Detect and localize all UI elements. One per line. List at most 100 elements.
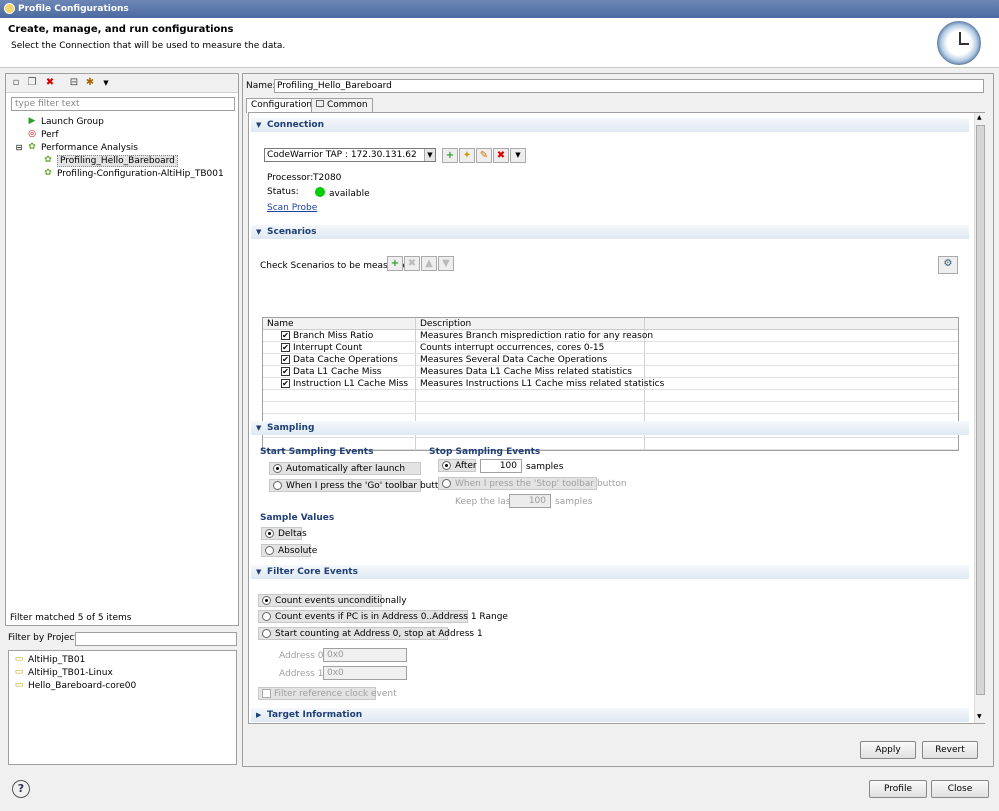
- table-row[interactable]: ✔ Data L1 Cache Miss Measures Data L1 Cac…: [263, 366, 958, 378]
- section-connection[interactable]: Connection: [251, 118, 969, 132]
- dialog-header: Create, manage, and run configurations S…: [0, 18, 999, 68]
- folder-icon: ▭: [14, 667, 24, 677]
- radio-icon: [442, 479, 451, 488]
- deltas-radio[interactable]: Deltas: [261, 527, 307, 540]
- stopwatch-icon: [937, 21, 981, 65]
- scan-probe-link[interactable]: Scan Probe: [267, 203, 317, 213]
- stop-after-radio[interactable]: After: [438, 459, 477, 472]
- samples-label: samples: [526, 462, 564, 472]
- address1-label: Address 1:: [279, 669, 327, 679]
- connection-combo[interactable]: CodeWarrior TAP : 172.30.131.62 ▼: [264, 148, 436, 162]
- configuration-editor: Name: Profiling_Hello_Bareboard Configur…: [242, 73, 994, 767]
- address1-input[interactable]: 0x0: [323, 666, 407, 680]
- radio-icon: [273, 481, 282, 490]
- launch-group-icon: ▶: [28, 116, 36, 126]
- table-row[interactable]: ✔ Interrupt Count Counts interrupt occurr…: [263, 342, 958, 354]
- config-icon: ✿: [44, 155, 52, 165]
- collapse-all-icon[interactable]: ⊟: [68, 77, 80, 89]
- pencil-icon[interactable]: ✎: [476, 148, 492, 163]
- ref-clock-checkbox[interactable]: Filter reference clock event: [258, 687, 397, 700]
- delete-connection-icon[interactable]: ✖: [493, 148, 509, 163]
- scroll-up-icon[interactable]: ▲: [977, 114, 982, 121]
- status-label: Status:: [267, 187, 299, 197]
- vertical-scrollbar[interactable]: ▲ ▼: [974, 113, 985, 723]
- address0-input[interactable]: 0x0: [323, 648, 407, 662]
- section-target-information[interactable]: Target Information: [251, 708, 969, 722]
- tree-item-perf[interactable]: ◎ Perf: [26, 129, 58, 142]
- start-go-radio[interactable]: When I press the 'Go' toolbar button: [269, 479, 450, 492]
- chevron-down-icon: ▼: [424, 149, 435, 161]
- processor-label: Processor:: [267, 173, 314, 183]
- profile-button[interactable]: Profile: [869, 780, 927, 798]
- col-name-header[interactable]: Name: [267, 318, 294, 330]
- keep-last-input[interactable]: 100: [509, 494, 551, 508]
- duplicate-icon[interactable]: ❐: [26, 77, 38, 89]
- folder-icon: ▭: [14, 680, 24, 690]
- header-subtitle: Select the Connection that will be used …: [11, 41, 286, 51]
- config-icon: ✿: [44, 168, 52, 178]
- table-row[interactable]: ✔ Data Cache Operations Measures Several …: [263, 354, 958, 366]
- title-bar: Profile Configurations: [0, 0, 999, 18]
- add-scenario-icon[interactable]: +: [387, 256, 403, 271]
- tree-item-profiling-configuration-altihip[interactable]: ✿ Profiling-Configuration-AltiHip_TB001: [42, 168, 224, 181]
- name-input[interactable]: Profiling_Hello_Bareboard: [274, 79, 984, 93]
- status-value: available: [329, 189, 370, 199]
- project-filter-input[interactable]: [75, 632, 237, 646]
- filter-input[interactable]: type filter text: [11, 97, 235, 111]
- remove-scenario-icon[interactable]: ✖: [404, 256, 420, 271]
- close-button[interactable]: Close: [931, 780, 989, 798]
- new-config-icon[interactable]: ▫: [10, 77, 22, 89]
- tab-configuration[interactable]: Configuration: [246, 98, 318, 113]
- empty-row: [263, 390, 958, 402]
- move-up-icon[interactable]: ▲: [421, 256, 437, 271]
- delete-icon[interactable]: ✖: [44, 77, 56, 89]
- checkbox[interactable]: ✔: [281, 367, 290, 376]
- section-sampling[interactable]: Sampling: [251, 421, 969, 435]
- checkbox[interactable]: ✔: [281, 331, 290, 340]
- checkbox[interactable]: ✔: [281, 343, 290, 352]
- project-item[interactable]: ▭ Hello_Bareboard-core00: [13, 680, 137, 693]
- window-title: Profile Configurations: [18, 4, 129, 14]
- scrollbar-thumb[interactable]: [976, 125, 985, 695]
- collapse-toggle-icon[interactable]: ⊟: [15, 142, 23, 153]
- start-stop-address-radio[interactable]: Start counting at Address 0, stop at Add…: [258, 627, 483, 640]
- chevron-down-icon[interactable]: ▼: [510, 148, 526, 163]
- project-filter-pane: Filter by Project: ▭ AltiHip_TB01 ▭ AltiHi…: [5, 630, 239, 767]
- edit-target-icon[interactable]: ✦: [459, 148, 475, 163]
- project-item[interactable]: ▭ AltiHip_TB01: [13, 654, 86, 667]
- scroll-down-icon[interactable]: ▼: [977, 713, 982, 720]
- help-icon[interactable]: ?: [12, 780, 30, 798]
- project-item[interactable]: ▭ AltiHip_TB01-Linux: [13, 667, 113, 680]
- stop-after-input[interactable]: 100: [480, 459, 522, 473]
- count-in-range-radio[interactable]: Count events if PC is in Address 0..Addr…: [258, 610, 508, 623]
- stop-button-radio[interactable]: When I press the 'Stop' toolbar button: [438, 477, 627, 490]
- performance-analysis-icon: ✿: [28, 142, 36, 152]
- apply-button[interactable]: Apply: [860, 741, 916, 759]
- checkbox[interactable]: ✔: [281, 379, 290, 388]
- revert-button[interactable]: Revert: [922, 741, 978, 759]
- radio-icon: [262, 629, 271, 638]
- tree-item-launch-group[interactable]: ▶ Launch Group: [26, 116, 104, 129]
- col-description-header[interactable]: Description: [420, 318, 471, 330]
- count-unconditional-radio[interactable]: Count events unconditionally: [258, 594, 407, 607]
- section-scenarios[interactable]: Scenarios: [251, 225, 969, 239]
- folder-icon: ▭: [14, 654, 24, 664]
- radio-icon: [262, 596, 271, 605]
- header-title: Create, manage, and run configurations: [8, 24, 234, 35]
- radio-icon: [262, 612, 271, 621]
- absolute-radio[interactable]: Absolute: [261, 544, 317, 557]
- move-down-icon[interactable]: ▼: [438, 256, 454, 271]
- table-row[interactable]: ✔ Instruction L1 Cache Miss Measures Inst…: [263, 378, 958, 390]
- chevron-down-icon[interactable]: ▼: [100, 77, 112, 89]
- filter-icon[interactable]: ✱: [84, 77, 96, 89]
- table-row[interactable]: ✔ Branch Miss Ratio Measures Branch mispr…: [263, 330, 958, 342]
- start-auto-radio[interactable]: Automatically after launch: [269, 462, 421, 475]
- tree-item-profiling-hello-bareboard[interactable]: ✿ Profiling_Hello_Bareboard: [42, 155, 178, 168]
- scenario-settings-icon[interactable]: ⚙: [938, 256, 958, 274]
- section-filter-core-events[interactable]: Filter Core Events: [251, 565, 969, 579]
- empty-row: [263, 402, 958, 414]
- tab-common[interactable]: Common: [311, 98, 373, 112]
- tree-item-performance-analysis[interactable]: ⊟ ✿ Performance Analysis: [15, 142, 138, 155]
- add-connection-icon[interactable]: +: [442, 148, 458, 163]
- checkbox[interactable]: ✔: [281, 355, 290, 364]
